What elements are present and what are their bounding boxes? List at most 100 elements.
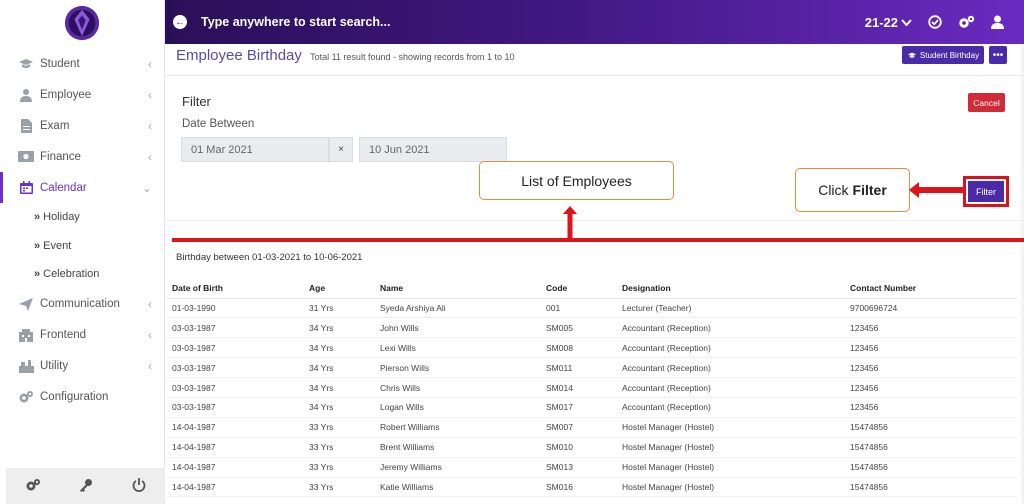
table-cell: SM005 [540, 317, 616, 339]
calendar-icon [18, 181, 34, 195]
table-cell: SM010 [540, 437, 616, 458]
chevron-down-icon [901, 18, 912, 26]
table-cell: 15474856 [844, 457, 1018, 478]
table-row[interactable]: 03-03-1987 34 Yrs Chris Wills SM014 Accounta… [166, 377, 1018, 398]
sidebar-item-exam[interactable]: Exam ‹ [0, 110, 165, 141]
session-selector[interactable]: 21-22 [865, 15, 912, 30]
sidebar-item-calendar[interactable]: Calendar ⌄ [0, 172, 165, 203]
table-row[interactable]: 03-03-1987 34 Yrs Pierson Wills SM011 Accoun… [166, 357, 1018, 379]
settings-gears-icon[interactable] [25, 478, 41, 495]
table-cell: SM007 [540, 417, 616, 438]
table-row[interactable]: 03-03-1987 34 Yrs Logan Wills SM017 Accounta… [166, 397, 1018, 418]
table-cell: 33 Yrs [303, 417, 374, 438]
column-header[interactable]: Name [374, 278, 540, 299]
table-cell: 03-03-1987 [166, 317, 303, 339]
table-cell: 33 Yrs [303, 457, 374, 478]
table-cell: Pierson Wills [374, 357, 540, 379]
table-cell: 34 Yrs [303, 357, 374, 379]
table-header-row: Date of Birth Age Name Code Designation … [166, 278, 1018, 299]
callout-filter-text: Filter [852, 182, 887, 198]
power-icon[interactable] [132, 477, 146, 495]
sidebar-item-utility[interactable]: Utility ‹ [0, 351, 165, 382]
date-to-input[interactable]: 10 Jun 2021 [359, 137, 507, 162]
table-cell: 34 Yrs [303, 377, 374, 398]
table-cell: 14-04-1987 [166, 417, 303, 438]
graduation-cap-icon [907, 52, 917, 58]
table-cell: Accountant (Reception) [616, 397, 844, 418]
document-icon [18, 118, 34, 133]
column-header[interactable]: Designation [616, 278, 844, 299]
page-title-text: Employee Birthday [176, 47, 302, 64]
column-header[interactable]: Age [303, 278, 374, 299]
user-profile-icon[interactable] [991, 15, 1004, 29]
paper-plane-icon [18, 297, 34, 311]
more-options-button[interactable]: ••• [989, 46, 1007, 64]
table-cell: Hostel Manager (Hostel) [616, 457, 844, 478]
table-row[interactable]: 03-03-1987 34 Yrs Lexi Wills SM008 Accountan… [166, 337, 1018, 359]
left-arrow-annotation [909, 182, 965, 198]
sidebar-item-student[interactable]: Student ‹ [0, 48, 165, 79]
table-cell: SM017 [540, 397, 616, 418]
table-cell: 03-03-1987 [166, 377, 303, 398]
column-header[interactable]: Code [540, 278, 616, 299]
table-row[interactable]: 14-04-1987 33 Yrs Katie Williams SM016 Hoste… [166, 477, 1018, 498]
table-cell: Katie Williams [374, 477, 540, 498]
sidebar-subitem-celebration[interactable]: » Celebration [0, 260, 165, 289]
callout-click-filter: Click Filter [795, 168, 910, 212]
table-cell: 03-03-1987 [166, 357, 303, 379]
table-row[interactable]: 01-03-1990 31 Yrs Syeda Arshiya Ali 001 Lect… [166, 298, 1018, 319]
session-label: 21-22 [864, 14, 898, 30]
table-cell: Accountant (Reception) [616, 337, 844, 359]
sidebar-subitem-event[interactable]: » Event [0, 232, 165, 261]
sidebar-footer [6, 468, 165, 504]
chevron-left-icon: ‹ [148, 118, 152, 133]
sidebar-subitem-holiday[interactable]: » Holiday [0, 203, 165, 232]
table-row[interactable]: 14-04-1987 33 Yrs Robert Williams SM007 Host… [166, 417, 1018, 438]
key-icon[interactable] [79, 478, 93, 495]
table-cell: 123456 [844, 317, 1018, 339]
sidebar-subitem-label: Celebration [43, 268, 100, 281]
filter-button[interactable]: Filter [968, 181, 1004, 202]
user-icon [18, 88, 34, 102]
table-cell: Jeremy Williams [374, 457, 540, 478]
sidebar-item-employee[interactable]: Employee ‹ [0, 79, 165, 110]
sidebar-item-finance[interactable]: Finance ‹ [0, 141, 165, 172]
page-title: Employee Birthday Total 11 result found … [176, 47, 515, 64]
sidebar-nav: Student ‹ Employee ‹ Exam ‹ Finance ‹ Ca… [0, 48, 165, 413]
table-cell: 14-04-1987 [166, 437, 303, 458]
table-cell: Accountant (Reception) [616, 377, 844, 398]
table-cell: Hostel Manager (Hostel) [616, 477, 844, 498]
table-cell: SM016 [540, 477, 616, 498]
global-search[interactable]: Type anywhere to start search... [201, 15, 390, 29]
app-logo[interactable] [0, 0, 164, 45]
table-cell: 123456 [844, 377, 1018, 398]
gears-icon [18, 390, 34, 404]
table-cell: 03-03-1987 [166, 397, 303, 418]
clear-date-button[interactable]: × [329, 137, 353, 162]
chevron-left-icon: ‹ [148, 56, 152, 71]
table-cell: 14-04-1987 [166, 457, 303, 478]
sidebar-item-frontend[interactable]: Frontend ‹ [0, 320, 165, 351]
date-from-input[interactable]: 01 Mar 2021 [181, 137, 329, 162]
table-cell: John Wills [374, 317, 540, 339]
student-birthday-button[interactable]: Student Birthday [902, 46, 984, 64]
sidebar-item-communication[interactable]: Communication ‹ [0, 289, 165, 320]
top-bar-actions: 21-22 [865, 15, 1004, 30]
table-cell: 9700696724 [844, 298, 1018, 319]
table-cell: 123456 [844, 357, 1018, 379]
sidebar-item-configuration[interactable]: Configuration [0, 382, 165, 413]
cancel-button[interactable]: Cancel [968, 93, 1005, 112]
column-header[interactable]: Contact Number [844, 278, 1018, 299]
back-arrow-icon[interactable]: ← [173, 15, 187, 29]
table-row[interactable]: 03-03-1987 34 Yrs John Wills SM005 Accountan… [166, 317, 1018, 339]
settings-icon[interactable] [958, 15, 975, 29]
table-row[interactable]: 14-04-1987 33 Yrs Brent Williams SM010 Hoste… [166, 437, 1018, 458]
table-cell: 15474856 [844, 437, 1018, 458]
filter-button-highlight: Filter [963, 176, 1009, 207]
column-header[interactable]: Date of Birth [166, 278, 303, 299]
filter-heading: Filter [182, 94, 211, 109]
table-cell: Hostel Manager (Hostel) [616, 437, 844, 458]
check-circle-icon[interactable] [928, 15, 942, 29]
divider [165, 220, 1024, 221]
table-row[interactable]: 14-04-1987 33 Yrs Jeremy Williams SM013 Host… [166, 457, 1018, 478]
